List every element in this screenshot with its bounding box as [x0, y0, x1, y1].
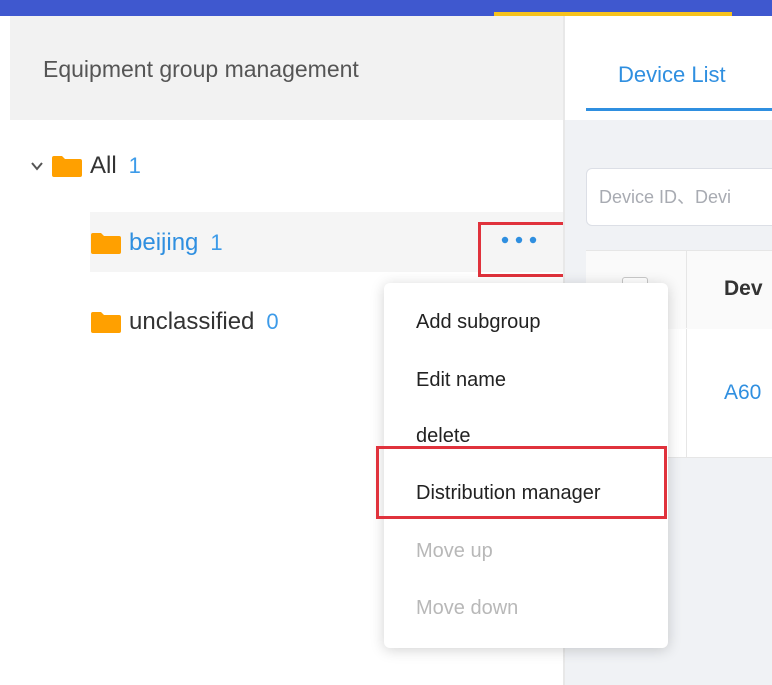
folder-icon — [91, 232, 121, 254]
device-id-link[interactable]: A60 — [724, 381, 761, 405]
menu-item-highlight — [376, 446, 667, 519]
tree-node-label: unclassified — [129, 308, 255, 335]
menu-item-move-up: Move up — [416, 540, 493, 562]
tree-node-count: 1 — [128, 153, 141, 178]
search-input[interactable] — [586, 168, 772, 226]
panel-title: Equipment group management — [43, 56, 359, 82]
chevron-down-icon[interactable] — [30, 159, 44, 173]
folder-icon — [52, 155, 82, 177]
active-tab-indicator — [586, 108, 772, 111]
menu-item-delete[interactable]: delete — [416, 425, 471, 448]
left-panel-header: Equipment group management — [10, 16, 563, 120]
tree-node-count: 0 — [266, 309, 279, 334]
tree-node-count: 1 — [210, 230, 223, 255]
tree-node-all[interactable]: All 1 — [30, 152, 141, 180]
menu-item-edit-name[interactable]: Edit name — [416, 369, 506, 392]
menu-item-move-down: Move down — [416, 597, 519, 619]
tab-device-list[interactable]: Device List — [618, 62, 726, 88]
more-button-highlight — [478, 222, 576, 277]
tree-node-label: beijing — [129, 229, 199, 256]
column-separator — [686, 329, 687, 457]
column-separator — [686, 250, 687, 328]
tree-node-label: All — [90, 152, 117, 179]
table-header-device[interactable]: Dev — [724, 277, 763, 301]
folder-icon — [91, 311, 121, 333]
menu-item-add-subgroup[interactable]: Add subgroup — [416, 311, 541, 334]
tree-node-beijing[interactable]: beijing 1 — [91, 229, 223, 257]
tree-node-unclassified[interactable]: unclassified 0 — [91, 308, 279, 336]
